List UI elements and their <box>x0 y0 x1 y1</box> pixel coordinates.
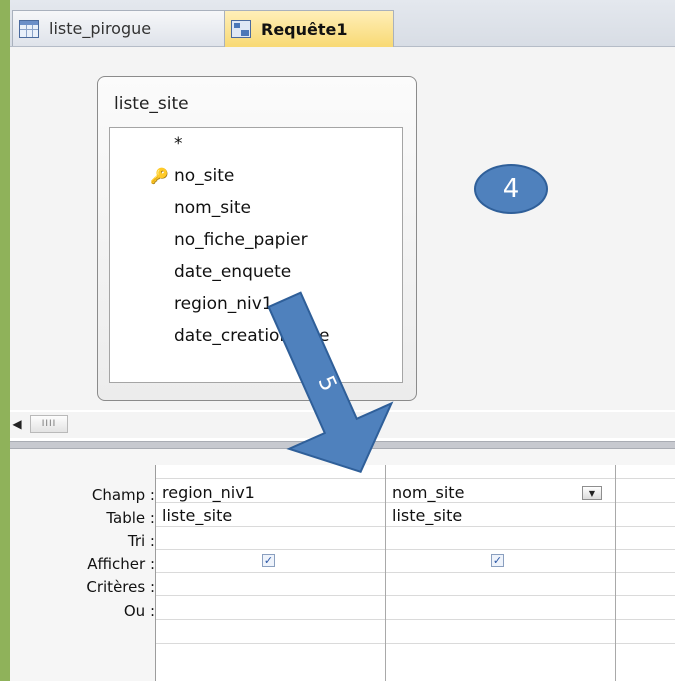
left-accent-bar <box>0 0 10 681</box>
tab-liste-pirogue[interactable]: liste_pirogue <box>12 10 226 46</box>
field-item[interactable]: * <box>174 133 183 155</box>
row-label-ou: Ou : <box>123 602 155 620</box>
field-list[interactable]: 🔑 * no_site nom_site no_fiche_papier dat… <box>109 127 403 383</box>
tab-requete1[interactable]: Requête1 <box>224 10 394 47</box>
show-checkbox-2[interactable]: ✓ <box>491 554 504 567</box>
query-design-grid[interactable]: region_niv1 liste_site ✓ nom_site ▼ list… <box>155 465 675 681</box>
step-4-label: 4 <box>502 174 520 204</box>
key-icon: 🔑 <box>150 167 169 185</box>
grid-line <box>156 595 675 596</box>
grid-line <box>156 478 675 479</box>
grid-line <box>156 549 675 550</box>
field-item[interactable]: region_niv1 <box>174 293 273 315</box>
table-icon <box>19 19 39 38</box>
tab-label: liste_pirogue <box>49 19 152 38</box>
grid-cell-table-1[interactable]: liste_site <box>162 506 232 526</box>
pane-splitter[interactable] <box>10 441 675 449</box>
field-item[interactable]: date_creation_site <box>174 325 329 347</box>
grid-cell-table-2[interactable]: liste_site <box>392 506 462 526</box>
table-box-title[interactable]: liste_site <box>114 94 189 114</box>
grid-cell-champ-1[interactable]: region_niv1 <box>162 483 255 503</box>
scroll-left-icon[interactable]: ◀ <box>10 415 24 433</box>
query-icon <box>231 20 251 38</box>
table-field-list-box[interactable]: liste_site 🔑 * no_site nom_site no_fiche… <box>97 76 417 401</box>
row-label-tri: Tri : <box>127 532 155 550</box>
chevron-down-icon[interactable]: ▼ <box>582 486 602 500</box>
column-separator[interactable] <box>385 465 386 681</box>
row-label-criteres: Critères : <box>86 578 155 596</box>
grid-line <box>156 526 675 527</box>
field-item[interactable]: no_site <box>174 165 234 187</box>
horizontal-scrollbar[interactable]: ◀ IIII <box>10 412 675 438</box>
field-item[interactable]: nom_site <box>174 197 251 219</box>
row-label-table: Table : <box>106 509 155 527</box>
query-design-pane[interactable]: liste_site 🔑 * no_site nom_site no_fiche… <box>10 47 675 410</box>
scrollbar-thumb[interactable]: IIII <box>30 415 68 433</box>
grid-line <box>156 643 675 644</box>
tab-label: Requête1 <box>261 19 348 39</box>
grid-cell-champ-2[interactable]: nom_site <box>392 483 464 503</box>
field-item[interactable]: no_fiche_papier <box>174 229 308 251</box>
show-checkbox-1[interactable]: ✓ <box>262 554 275 567</box>
field-item[interactable]: date_enquete <box>174 261 291 283</box>
row-label-afficher: Afficher : <box>87 555 155 573</box>
document-tab-strip: liste_pirogue Requête1 <box>10 0 675 47</box>
grid-line <box>156 619 675 620</box>
step-4-badge: 4 <box>474 164 548 214</box>
grid-line <box>156 572 675 573</box>
query-grid-pane: Champ : Table : Tri : Afficher : Critère… <box>10 449 675 681</box>
row-label-champ: Champ : <box>91 486 155 504</box>
column-separator[interactable] <box>615 465 616 681</box>
